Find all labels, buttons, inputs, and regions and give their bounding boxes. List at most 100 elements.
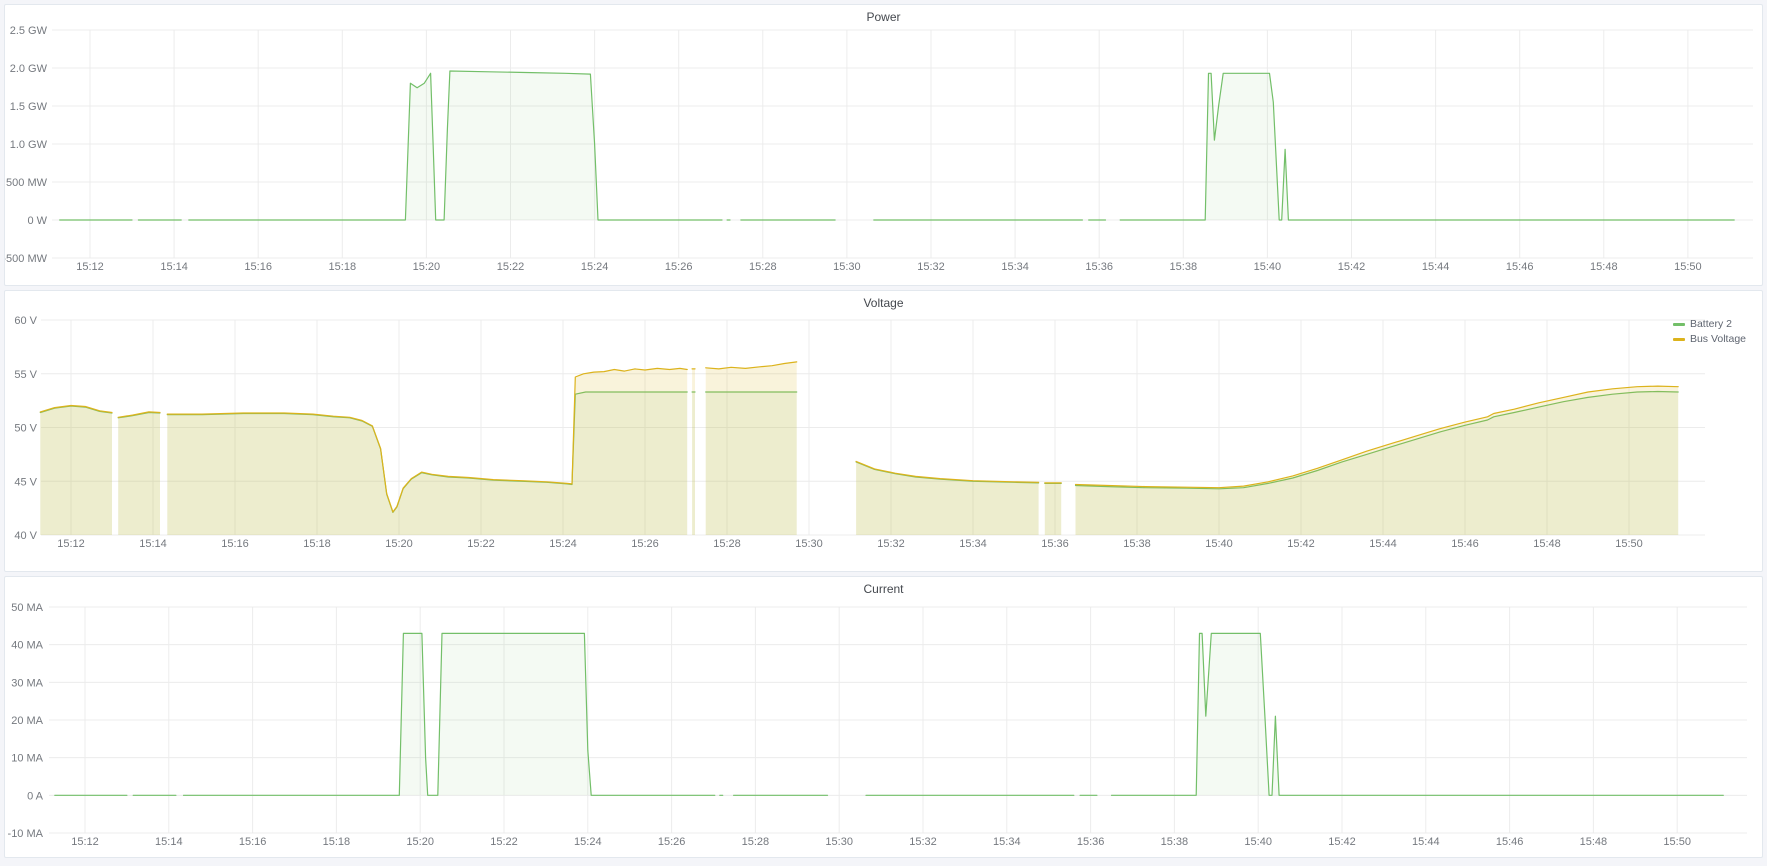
y-tick-label: 45 V (14, 476, 37, 488)
x-tick-label: 15:12 (57, 538, 85, 550)
x-tick-label: 15:44 (1422, 261, 1450, 273)
x-tick-label: 15:40 (1244, 836, 1272, 848)
x-tick-label: 15:40 (1205, 538, 1233, 550)
legend-item-battery-2[interactable]: Battery 2 (1673, 317, 1746, 331)
x-tick-label: 15:14 (139, 538, 167, 550)
x-tick-label: 15:24 (581, 261, 609, 273)
voltage-legend: Battery 2Bus Voltage (1673, 317, 1746, 346)
y-tick-label: -10 MA (8, 828, 44, 840)
y-tick-label: 50 MA (11, 602, 43, 614)
x-tick-label: 15:38 (1161, 836, 1189, 848)
x-tick-label: 15:22 (490, 836, 518, 848)
series-bus-voltage (40, 362, 1678, 535)
y-tick-label: 40 V (14, 530, 37, 542)
x-tick-label: 15:42 (1338, 261, 1366, 273)
x-tick-label: 15:34 (993, 836, 1021, 848)
x-tick-label: 15:20 (406, 836, 434, 848)
y-tick-label: 2.0 GW (10, 63, 48, 75)
x-tick-label: 15:12 (76, 261, 104, 273)
x-tick-label: 15:26 (658, 836, 686, 848)
legend-item-bus-voltage[interactable]: Bus Voltage (1673, 332, 1746, 346)
power-panel: Power 2.5 GW 2.0 GW 1.5 GW 1.0 GW 500 MW 0 W -… (4, 4, 1763, 286)
grid-and-axes: 2.5 GW 2.0 GW 1.5 GW 1.0 GW 500 MW 0 W -500 MW… (5, 25, 1753, 273)
x-tick-label: 15:32 (917, 261, 945, 273)
x-tick-label: 15:18 (329, 261, 357, 273)
y-tick-label: 500 MW (6, 177, 48, 189)
series-current (55, 633, 1724, 795)
x-tick-label: 15:48 (1580, 836, 1608, 848)
x-tick-label: 15:30 (795, 538, 823, 550)
x-tick-label: 15:42 (1328, 836, 1356, 848)
x-tick-label: 15:36 (1041, 538, 1069, 550)
x-tick-label: 15:48 (1533, 538, 1561, 550)
voltage-chart-canvas[interactable]: 60 V 55 V 50 V 45 V 40 V 15:12 15:14 15:16 15:18… (5, 291, 1762, 571)
power-chart-canvas[interactable]: 2.5 GW 2.0 GW 1.5 GW 1.0 GW 500 MW 0 W -500 MW… (5, 5, 1762, 285)
x-tick-label: 15:32 (877, 538, 905, 550)
x-tick-label: 15:44 (1369, 538, 1397, 550)
y-tick-label: 20 MA (11, 715, 43, 727)
y-tick-label: 40 MA (11, 640, 43, 652)
y-tick-label: 1.5 GW (10, 101, 48, 113)
x-tick-label: 15:12 (71, 836, 99, 848)
x-tick-label: 15:16 (239, 836, 267, 848)
x-tick-label: 15:42 (1287, 538, 1315, 550)
current-chart-canvas[interactable]: 50 MA 40 MA 30 MA 20 MA 10 MA 0 A -10 MA 15:12 1… (5, 577, 1762, 857)
series-power (60, 71, 1735, 220)
x-tick-label: 15:18 (323, 836, 351, 848)
panel-title-voltage[interactable]: Voltage (5, 296, 1762, 310)
legend-swatch-icon (1673, 323, 1685, 326)
x-tick-label: 15:22 (497, 261, 525, 273)
y-tick-label: 50 V (14, 423, 37, 435)
x-tick-label: 15:28 (749, 261, 777, 273)
x-tick-label: 15:46 (1451, 538, 1479, 550)
x-tick-label: 15:40 (1254, 261, 1282, 273)
x-tick-label: 15:28 (713, 538, 741, 550)
x-tick-label: 15:50 (1615, 538, 1643, 550)
y-tick-label: 55 V (14, 369, 37, 381)
legend-label: Bus Voltage (1690, 332, 1746, 346)
x-tick-label: 15:16 (221, 538, 249, 550)
x-tick-label: 15:34 (1001, 261, 1029, 273)
x-tick-label: 15:24 (574, 836, 602, 848)
y-tick-label: 2.5 GW (10, 25, 48, 37)
x-tick-label: 15:46 (1496, 836, 1524, 848)
x-tick-label: 15:28 (742, 836, 770, 848)
legend-swatch-icon (1673, 338, 1685, 341)
x-tick-label: 15:20 (413, 261, 441, 273)
x-tick-label: 15:48 (1590, 261, 1618, 273)
y-tick-label: 30 MA (11, 677, 43, 689)
x-tick-label: 15:36 (1077, 836, 1105, 848)
panel-title-power[interactable]: Power (5, 10, 1762, 24)
grid-and-axes: 50 MA 40 MA 30 MA 20 MA 10 MA 0 A -10 MA 15:12 1… (8, 602, 1747, 848)
legend-label: Battery 2 (1690, 317, 1732, 331)
x-tick-label: 15:34 (959, 538, 987, 550)
panel-title-current[interactable]: Current (5, 582, 1762, 596)
x-tick-label: 15:50 (1674, 261, 1702, 273)
y-tick-label: 1.0 GW (10, 139, 48, 151)
x-tick-label: 15:30 (833, 261, 861, 273)
x-tick-label: 15:22 (467, 538, 495, 550)
y-tick-label: 60 V (14, 315, 37, 327)
dashboard: Power 2.5 GW 2.0 GW 1.5 GW 1.0 GW 500 MW 0 W -… (0, 0, 1767, 866)
x-tick-label: 15:18 (303, 538, 331, 550)
x-tick-label: 15:32 (909, 836, 937, 848)
x-tick-label: 15:36 (1085, 261, 1113, 273)
x-tick-label: 15:14 (155, 836, 183, 848)
y-tick-label: -500 MW (5, 253, 48, 265)
x-tick-label: 15:14 (160, 261, 188, 273)
x-tick-label: 15:16 (244, 261, 272, 273)
voltage-panel: Voltage 60 V 55 V 50 V 45 V 40 V 15:12 15:14 15… (4, 290, 1763, 572)
x-tick-label: 15:26 (631, 538, 659, 550)
x-tick-label: 15:26 (665, 261, 693, 273)
y-tick-label: 0 A (27, 790, 44, 802)
x-tick-label: 15:44 (1412, 836, 1440, 848)
x-tick-label: 15:50 (1663, 836, 1691, 848)
current-panel: Current 50 MA 40 MA 30 MA 20 MA 10 MA 0 A -10 … (4, 576, 1763, 858)
x-tick-label: 15:30 (825, 836, 853, 848)
x-tick-label: 15:24 (549, 538, 577, 550)
y-tick-label: 0 W (27, 215, 47, 227)
x-tick-label: 15:38 (1123, 538, 1151, 550)
y-tick-label: 10 MA (11, 753, 43, 765)
x-tick-label: 15:20 (385, 538, 413, 550)
x-tick-label: 15:38 (1170, 261, 1198, 273)
